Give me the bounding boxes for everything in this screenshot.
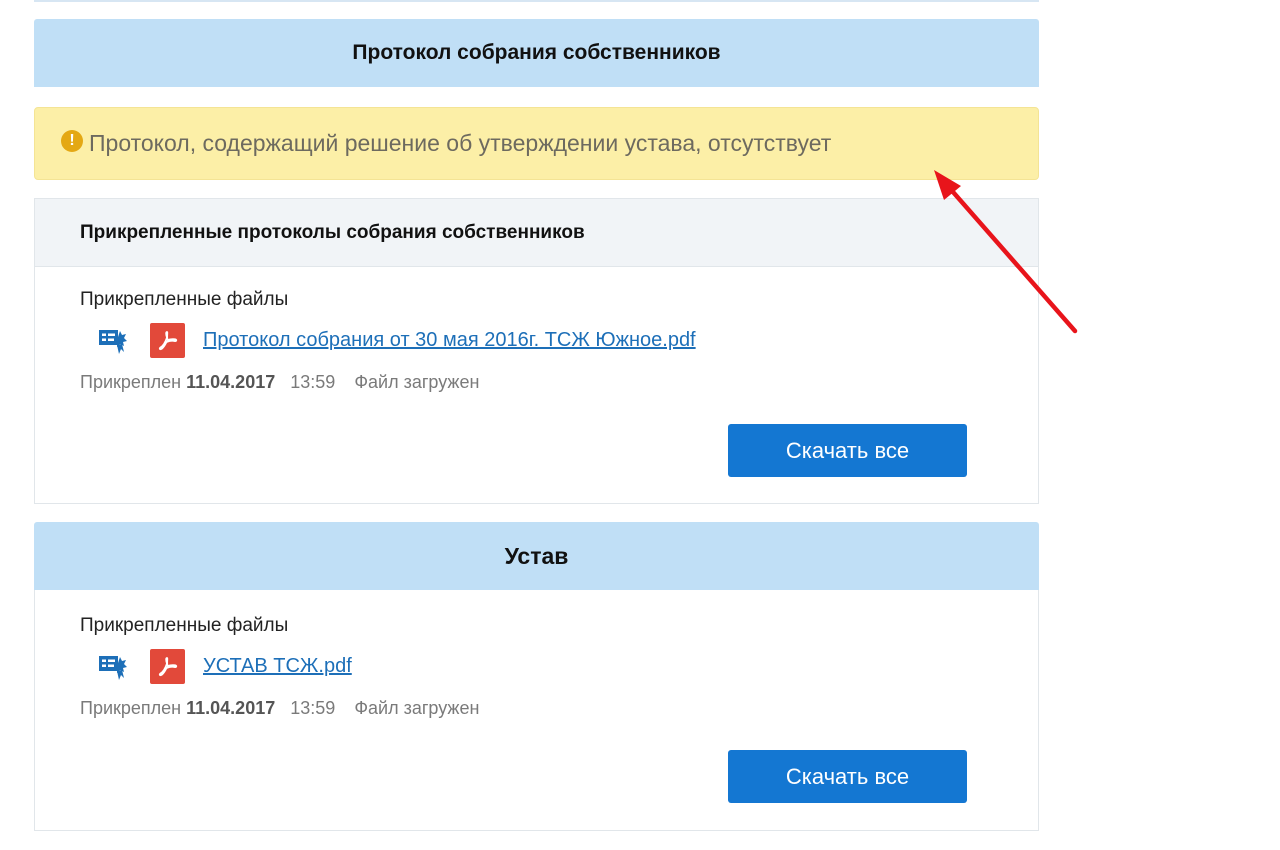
section-title-charter: Устав [34, 522, 1039, 590]
panel-header-text: Прикрепленные протоколы собрания собстве… [80, 221, 585, 243]
section-title-charter-text: Устав [504, 542, 569, 569]
file-row: Протокол собрания от 30 мая 2016г. ТСЖ Ю… [98, 323, 696, 358]
meta-date: 11.04.2017 [186, 698, 276, 718]
download-all-button[interactable]: Скачать все [728, 750, 967, 803]
meta-status: Файл загружен [354, 698, 480, 718]
pdf-file-icon[interactable] [150, 649, 185, 684]
section-title-protocol-text: Протокол собрания собственников [352, 41, 721, 64]
attached-protocols-panel: Прикрепленные протоколы собрания собстве… [34, 198, 1039, 504]
meta-prefix: Прикреплен [80, 372, 182, 392]
certificate-signature-icon[interactable] [98, 653, 128, 681]
meta-status: Файл загружен [354, 372, 480, 392]
alert-text: Протокол, содержащий решение об утвержде… [89, 130, 832, 156]
top-divider [34, 0, 1039, 2]
file-download-link[interactable]: УСТАВ ТСЖ.pdf [203, 655, 352, 678]
attached-files-label: Прикрепленные файлы [80, 289, 289, 310]
file-meta: Прикреплен 11.04.2017 13:59 Файл загруже… [80, 372, 479, 393]
panel-header: Прикрепленные протоколы собрания собстве… [35, 199, 1038, 267]
file-meta: Прикреплен 11.04.2017 13:59 Файл загруже… [80, 698, 479, 719]
meta-prefix: Прикреплен [80, 698, 182, 718]
file-row: УСТАВ ТСЖ.pdf [98, 649, 352, 684]
missing-protocol-alert: ! Протокол, содержащий решение об утверж… [34, 107, 1039, 180]
exclamation-circle-icon: ! [61, 129, 83, 152]
section-title-protocol: Протокол собрания собственников [34, 19, 1039, 87]
meta-date: 11.04.2017 [186, 372, 276, 392]
charter-files-panel: Прикрепленные файлы УСТАВ ТСЖ.pdf Прикре… [34, 590, 1039, 831]
pdf-file-icon[interactable] [150, 323, 185, 358]
certificate-signature-icon[interactable] [98, 327, 128, 355]
download-all-button[interactable]: Скачать все [728, 424, 967, 477]
file-download-link[interactable]: Протокол собрания от 30 мая 2016г. ТСЖ Ю… [203, 329, 696, 352]
meta-time: 13:59 [290, 698, 336, 718]
meta-time: 13:59 [290, 372, 336, 392]
attached-files-label: Прикрепленные файлы [80, 615, 289, 636]
